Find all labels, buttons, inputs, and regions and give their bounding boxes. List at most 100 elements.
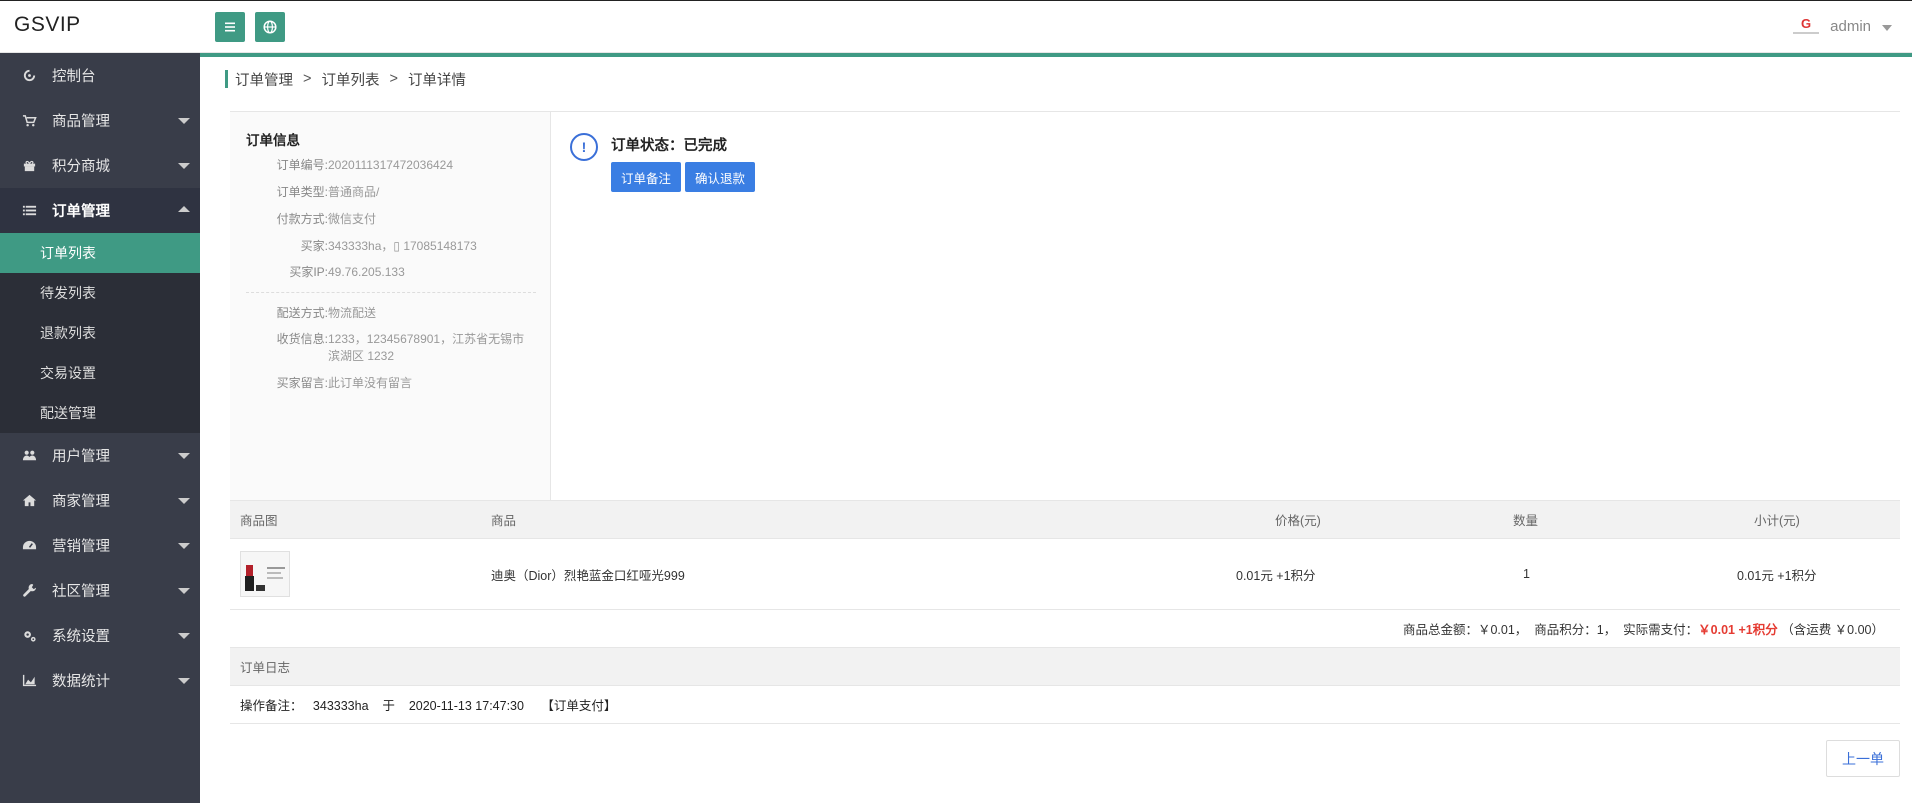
sidebar-item-users[interactable]: 用户管理 [0, 433, 200, 478]
sidebar-item-points-mall[interactable]: 积分商城 [0, 143, 200, 188]
gift-icon [20, 157, 38, 175]
sidebar-item-label: 营销管理 [52, 539, 110, 555]
order-summary: 商品总金额：￥0.01， 商品积分：1， 实际需支付： ￥0.01 +1积分 （含… [230, 610, 1900, 648]
sidebar-item-marketing[interactable]: 营销管理 [0, 523, 200, 568]
sidebar-item-merchants[interactable]: 商家管理 [0, 478, 200, 523]
info-icon: ! [570, 133, 598, 161]
caret-down-icon [178, 453, 190, 459]
breadcrumb: 订单管理 > 订单列表 > 订单详情 [225, 69, 466, 90]
sidebar-item-label: 商品管理 [52, 114, 110, 130]
sidebar-item-statistics[interactable]: 数据统计 [0, 658, 200, 703]
sidebar-item-settings[interactable]: 系统设置 [0, 613, 200, 658]
order-log-title: 订单日志 [230, 648, 1900, 686]
product-name: 迪奥（Dior）烈艳蓝金口红哑光999 [491, 568, 685, 583]
chevron-down-icon [1882, 24, 1892, 31]
sidebar-subitem-pending-ship[interactable]: 待发列表 [0, 273, 200, 313]
confirm-refund-button[interactable]: 确认退款 [685, 162, 755, 192]
sidebar-subitem-trade-settings[interactable]: 交易设置 [0, 353, 200, 393]
product-price: 0.01元 +1积分 [1236, 568, 1316, 583]
products-table: 商品图 商品 价格(元) 数量 小计(元) 迪奥（Dior）烈艳蓝金口红哑光99… [230, 500, 1900, 610]
caret-down-icon [178, 118, 190, 124]
field-buyer-ip: 买家IP: 49.76.205.133 [289, 265, 405, 279]
caret-down-icon [178, 678, 190, 684]
col-header-price: 价格(元) [1275, 514, 1321, 528]
sidebar-item-console[interactable]: 控制台 [0, 53, 200, 98]
sidebar-item-label: 订单管理 [52, 204, 110, 220]
top-bar: GSVIP G admin [0, 0, 1912, 53]
cart-icon [20, 112, 38, 130]
accent-bar [200, 53, 1912, 57]
globe-icon [263, 20, 277, 34]
sidebar-subitem-delivery[interactable]: 配送管理 [0, 393, 200, 433]
sidebar-item-community[interactable]: 社区管理 [0, 568, 200, 613]
hamburger-icon [225, 22, 235, 32]
col-header-subtotal: 小计(元) [1754, 514, 1800, 528]
previous-order-button[interactable]: 上一单 [1826, 740, 1900, 777]
sidebar-subitem-order-list[interactable]: 订单列表 [0, 233, 200, 273]
breadcrumb-separator: > [389, 71, 398, 87]
avatar: G [1789, 15, 1823, 37]
breadcrumb-item-order-list[interactable]: 订单列表 [321, 69, 379, 90]
summary-suffix: （含运费 ￥0.00） [1777, 623, 1884, 637]
product-qty: 1 [1523, 567, 1530, 581]
svg-text:G: G [1801, 16, 1811, 31]
sidebar-item-label: 数据统计 [52, 674, 110, 690]
orders-submenu: 订单列表 待发列表 退款列表 交易设置 配送管理 [0, 233, 200, 433]
field-payment-method: 付款方式: 微信支付 [276, 212, 377, 226]
sidebar: 控制台 商品管理 积分商城 订单管理 订单列表 待发列表 退款列表 交易设置 配… [0, 53, 200, 803]
caret-down-icon [178, 498, 190, 504]
order-remark-button[interactable]: 订单备注 [611, 162, 681, 192]
caret-down-icon [178, 633, 190, 639]
order-log-entry: 操作备注： 343333ha 于 2020-11-13 17:47:30 【订单… [230, 686, 1900, 724]
field-order-type: 订单类型: 普通商品/ [276, 185, 380, 199]
breadcrumb-separator: > [303, 71, 312, 87]
user-menu[interactable]: G admin [1789, 15, 1892, 37]
caret-down-icon [178, 588, 190, 594]
app-logo: GSVIP [14, 13, 81, 36]
order-info-title: 订单信息 [246, 133, 300, 148]
summary-pay-amount: ￥0.01 +1积分 [1698, 623, 1778, 637]
caret-up-icon [178, 206, 190, 212]
sidebar-subitem-refund-list[interactable]: 退款列表 [0, 313, 200, 353]
users-icon [20, 447, 38, 465]
globe-button[interactable] [255, 12, 285, 42]
area-chart-icon [20, 672, 38, 690]
list-icon [20, 202, 38, 220]
field-buyer: 买家: 343333ha，▯ 17085148173 [300, 239, 477, 253]
col-header-image: 商品图 [240, 514, 278, 528]
product-subtotal: 0.01元 +1积分 [1737, 568, 1817, 583]
wrench-icon [20, 582, 38, 600]
field-delivery-method: 配送方式: 物流配送 [276, 306, 377, 320]
col-header-qty: 数量 [1513, 514, 1539, 528]
gauge-icon [20, 537, 38, 555]
username: admin [1830, 17, 1871, 35]
home-icon [20, 492, 38, 510]
field-shipping-address: 收货信息: 1233，12345678901，江苏省无锡市滨湖区 1232 [276, 332, 525, 363]
table-header: 商品图 商品 价格(元) 数量 小计(元) [230, 500, 1900, 539]
product-thumbnail[interactable] [240, 551, 290, 597]
summary-prefix: 商品总金额：￥0.01， 商品积分：1， 实际需支付： [1402, 623, 1699, 637]
menu-toggle-button[interactable] [215, 12, 245, 42]
caret-down-icon [178, 163, 190, 169]
order-detail-panel: 订单信息 订单编号: 2020111317472036424 订单类型: 普通商品/… [230, 111, 1900, 501]
cogs-icon [20, 627, 38, 645]
breadcrumb-item-order-detail: 订单详情 [407, 72, 466, 89]
sidebar-item-label: 系统设置 [52, 629, 110, 645]
divider [246, 292, 536, 293]
sidebar-item-label: 控制台 [52, 69, 96, 85]
table-row: 迪奥（Dior）烈艳蓝金口红哑光999 0.01元 +1积分 1 0.01元 +… [230, 539, 1900, 610]
caret-down-icon [178, 543, 190, 549]
sidebar-item-label: 积分商城 [52, 159, 110, 175]
breadcrumb-item-orders[interactable]: 订单管理 [235, 69, 293, 90]
sidebar-item-label: 商家管理 [52, 494, 110, 510]
order-info-card: 订单信息 订单编号: 2020111317472036424 订单类型: 普通商品/… [230, 112, 551, 501]
field-buyer-message: 买家留言: 此订单没有留言 [276, 376, 413, 390]
sidebar-item-label: 社区管理 [52, 584, 110, 600]
sidebar-item-products[interactable]: 商品管理 [0, 98, 200, 143]
col-header-product: 商品 [491, 514, 517, 528]
field-order-number: 订单编号: 2020111317472036424 [276, 158, 454, 172]
dashboard-icon [20, 67, 38, 85]
order-status-text: 订单状态：已完成 [611, 138, 727, 154]
sidebar-item-label: 用户管理 [52, 449, 110, 465]
sidebar-item-orders[interactable]: 订单管理 [0, 188, 200, 233]
